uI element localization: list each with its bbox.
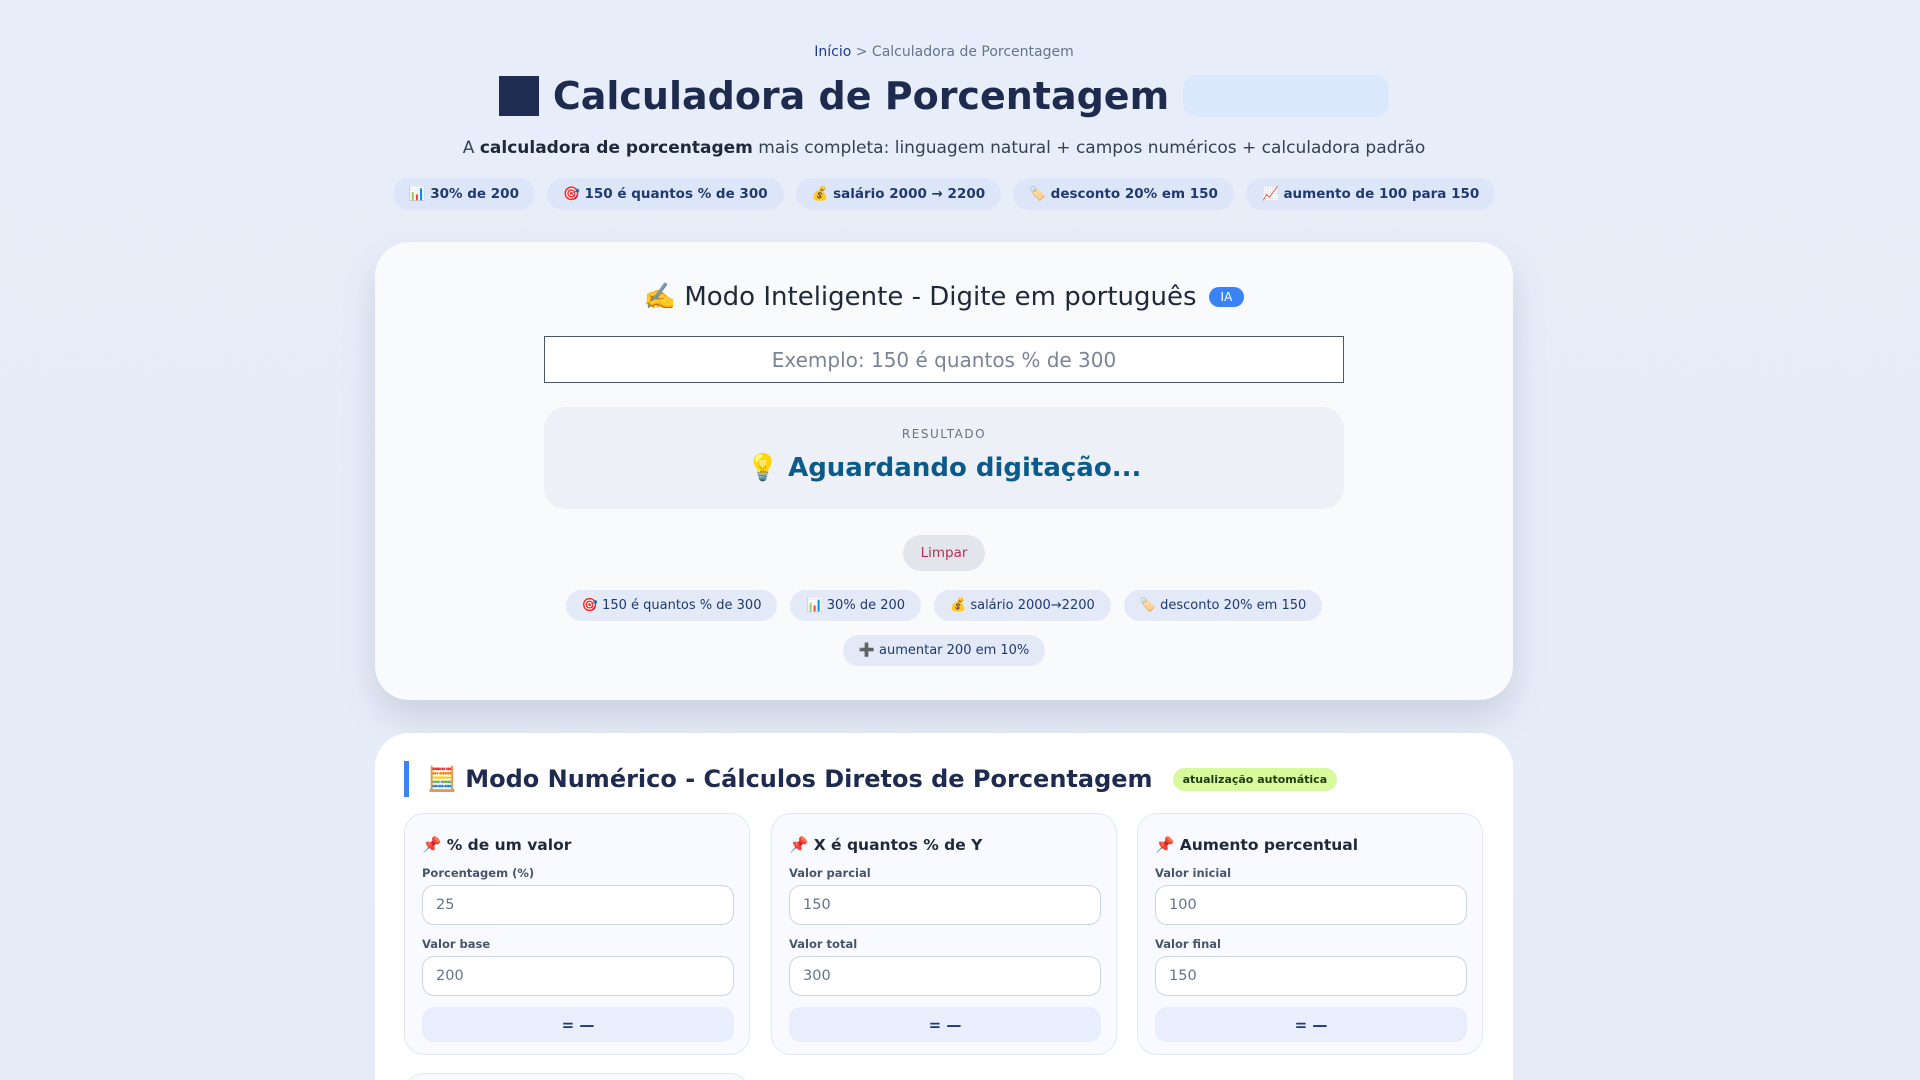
title-square-icon bbox=[498, 76, 539, 116]
title-badge-placeholder bbox=[1183, 75, 1390, 117]
breadcrumb: Início > Calculadora de Porcentagem bbox=[0, 44, 1888, 60]
breadcrumb-current: Calculadora de Porcentagem bbox=[871, 44, 1074, 60]
smart-input[interactable] bbox=[544, 336, 1344, 383]
field-label: Valor parcial bbox=[789, 866, 871, 880]
calc-title: 📌 Aumento percentual bbox=[1155, 836, 1359, 854]
percentage-input[interactable] bbox=[422, 885, 734, 925]
numeric-mode-header: 🧮 Modo Numérico - Cálculos Diretos de Po… bbox=[404, 761, 1338, 797]
smart-mode-header: ✍️ Modo Inteligente - Digite em portuguê… bbox=[375, 282, 1513, 312]
smart-mode-card: ✍️ Modo Inteligente - Digite em portuguê… bbox=[375, 242, 1513, 700]
numeric-mode-title: 🧮 Modo Numérico - Cálculos Diretos de Po… bbox=[427, 765, 1153, 793]
quick-chip[interactable]: 💰 salário 2000 → 2200 bbox=[795, 178, 1002, 210]
partial-value-input[interactable] bbox=[789, 885, 1101, 925]
field-label: Porcentagem (%) bbox=[422, 866, 535, 880]
quick-chip[interactable]: 🎯 150 é quantos % de 300 bbox=[546, 178, 784, 210]
field-label: Valor final bbox=[1155, 937, 1221, 951]
example-chip[interactable]: 🏷️ desconto 20% em 150 bbox=[1123, 590, 1323, 621]
calc-x-percent-of-y: 📌 X é quantos % de Y Valor parcial Valor… bbox=[771, 813, 1117, 1055]
quick-chip[interactable]: 📊 30% de 200 bbox=[392, 178, 535, 210]
breadcrumb-home-link[interactable]: Início bbox=[814, 44, 851, 60]
clear-button[interactable]: Limpar bbox=[903, 535, 985, 571]
example-chip[interactable]: 📊 30% de 200 bbox=[790, 590, 922, 621]
quick-example-chips: 📊 30% de 200 🎯 150 é quantos % de 300 💰 … bbox=[0, 178, 1888, 210]
subtitle-bold: calculadora de porcentagem bbox=[479, 138, 753, 158]
calc-box-partial bbox=[404, 1073, 750, 1080]
result-box: RESULTADO 💡 Aguardando digitação... bbox=[544, 407, 1344, 509]
page-subtitle: A calculadora de porcentagem mais comple… bbox=[0, 138, 1888, 158]
total-value-input[interactable] bbox=[789, 956, 1101, 996]
calc-result: = — bbox=[789, 1007, 1101, 1042]
page-header: Calculadora de Porcentagem bbox=[0, 74, 1888, 118]
example-chip[interactable]: ➕ aumentar 200 em 10% bbox=[842, 635, 1046, 666]
quick-chip[interactable]: 🏷️ desconto 20% em 150 bbox=[1013, 178, 1234, 210]
final-value-input[interactable] bbox=[1155, 956, 1467, 996]
base-value-input[interactable] bbox=[422, 956, 734, 996]
quick-chip[interactable]: 📈 aumento de 100 para 150 bbox=[1245, 178, 1496, 210]
numeric-mode-card: 🧮 Modo Numérico - Cálculos Diretos de Po… bbox=[375, 733, 1513, 1080]
example-chip[interactable]: 💰 salário 2000→2200 bbox=[934, 590, 1111, 621]
calc-title: 📌 % de um valor bbox=[422, 836, 572, 854]
smart-example-chips: 🎯 150 é quantos % de 300 📊 30% de 200 💰 … bbox=[544, 590, 1344, 666]
calc-result: = — bbox=[1155, 1007, 1467, 1042]
calc-title: 📌 X é quantos % de Y bbox=[789, 836, 983, 854]
subtitle-post: mais completa: linguagem natural + campo… bbox=[752, 138, 1426, 158]
calc-result: = — bbox=[422, 1007, 734, 1042]
breadcrumb-separator: > bbox=[851, 44, 872, 60]
field-label: Valor base bbox=[422, 937, 491, 951]
field-label: Valor total bbox=[789, 937, 858, 951]
initial-value-input[interactable] bbox=[1155, 885, 1467, 925]
ia-badge: IA bbox=[1208, 287, 1245, 307]
calc-percent-of-value: 📌 % de um valor Porcentagem (%) Valor ba… bbox=[404, 813, 750, 1055]
field-label: Valor inicial bbox=[1155, 866, 1232, 880]
subtitle-pre: A bbox=[462, 138, 480, 158]
example-chip[interactable]: 🎯 150 é quantos % de 300 bbox=[565, 590, 778, 621]
auto-update-badge: atualização automática bbox=[1172, 767, 1338, 791]
calc-percent-increase: 📌 Aumento percentual Valor inicial Valor… bbox=[1137, 813, 1483, 1055]
result-label: RESULTADO bbox=[901, 427, 987, 441]
result-value: 💡 Aguardando digitação... bbox=[746, 453, 1142, 483]
smart-mode-title: ✍️ Modo Inteligente - Digite em portuguê… bbox=[643, 282, 1197, 312]
page-title: Calculadora de Porcentagem bbox=[552, 74, 1170, 118]
